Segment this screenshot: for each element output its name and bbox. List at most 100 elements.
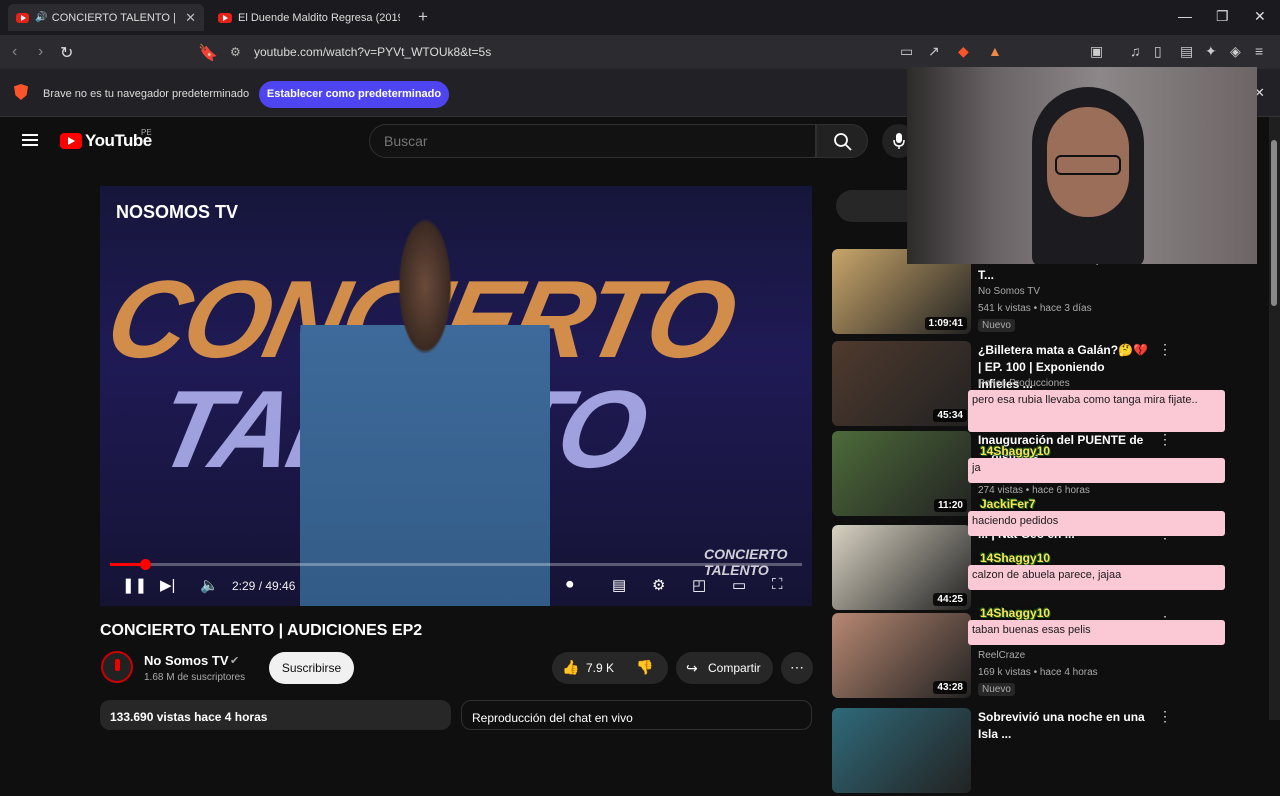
guide-menu-icon[interactable] (22, 134, 38, 146)
search-button[interactable] (816, 124, 868, 158)
minimize-button[interactable]: — (1178, 8, 1192, 24)
channel-avatar[interactable] (101, 651, 133, 683)
video-duration: 43:28 (933, 681, 967, 694)
like-icon[interactable]: 👍 (562, 659, 579, 676)
theater-mode-icon[interactable]: ▭ (732, 576, 746, 594)
tab-concierto-talento[interactable]: 🔊 CONCIERTO TALENTO | AUDIC ✕ (8, 4, 204, 31)
chat-message: ja (968, 458, 1225, 483)
tab-bar: 🔊 CONCIERTO TALENTO | AUDIC ✕ El Duende … (0, 0, 1280, 35)
close-window-button[interactable]: ✕ (1254, 8, 1266, 25)
pause-icon[interactable]: ❚❚ (122, 576, 147, 594)
screenshot-icon[interactable]: ▣ (1090, 43, 1103, 60)
chat-username: 14Shaggy10 (980, 444, 1051, 458)
site-info-icon[interactable]: ⚙ (230, 45, 241, 59)
video-title: CONCIERTO TALENTO | AUDICIONES EP2 (100, 622, 423, 639)
video-duration: 11:20 (933, 499, 967, 512)
tab-el-duende[interactable]: El Duende Maldito Regresa (2019) Tr (210, 4, 410, 31)
tab-title: El Duende Maldito Regresa (2019) Tr (238, 11, 400, 24)
video-thumbnail[interactable]: 44:25 (832, 525, 971, 610)
volume-icon[interactable]: 🔈 (200, 576, 219, 594)
vpn-icon[interactable]: ◈ (1230, 43, 1241, 60)
video-thumbnail[interactable] (832, 708, 971, 793)
country-code: PE (141, 128, 152, 137)
video-channel[interactable]: ReelCraze (978, 650, 1025, 661)
time-display: 2:29 / 49:46 (232, 579, 296, 593)
video-thumbnail[interactable]: 45:34 (832, 341, 971, 426)
new-badge: Nuevo (978, 319, 1015, 332)
set-default-button[interactable]: Establecer como predeterminado (259, 81, 449, 108)
address-bar: ‹ › ↻ 🔖 ⚙ youtube.com/watch?v=PYVt_WTOUk… (0, 35, 1280, 69)
video-meta: 541 k vistas • hace 3 días (978, 303, 1092, 314)
video-duration: 1:09:41 (924, 317, 967, 330)
show-watermark: CONCIERTO TALENTO (704, 546, 788, 578)
subtitles-icon[interactable]: ▤ (612, 576, 626, 594)
sidebar-icon[interactable]: ▯ (1154, 43, 1162, 60)
chat-username: 14Shaggy10 (980, 606, 1051, 620)
more-options-icon[interactable]: ⋮ (1158, 431, 1172, 448)
chat-message: taban buenas esas pelis (968, 620, 1225, 645)
video-thumbnail[interactable]: 11:20 (832, 431, 971, 516)
subscriber-count: 1.68 M de suscriptores (144, 672, 246, 683)
media-icon[interactable]: ♫ (1130, 43, 1141, 59)
dislike-icon[interactable]: 👎 (636, 659, 653, 676)
chat-message: haciendo pedidos (968, 511, 1225, 536)
close-tab-icon[interactable]: ✕ (185, 10, 196, 26)
video-meta: 274 vistas • hace 6 horas (978, 485, 1090, 496)
back-icon[interactable]: ‹ (12, 43, 17, 61)
new-badge: Nuevo (978, 683, 1015, 696)
share-button[interactable]: ↪ Compartir (676, 652, 773, 684)
streamer-glasses (1055, 155, 1121, 175)
miniplayer-icon[interactable]: ◰ (692, 576, 706, 594)
new-tab-button[interactable]: + (418, 7, 428, 27)
video-thumbnail[interactable]: 43:28 (832, 613, 971, 698)
autoplay-toggle[interactable]: ⏺ (566, 576, 574, 593)
microphone-icon (893, 133, 905, 149)
video-channel[interactable]: Ponce Producciones (978, 378, 1070, 389)
description-box[interactable]: 133.690 vistas hace 4 horas (100, 700, 451, 730)
chat-username: JackiFer7 (980, 497, 1036, 511)
scrubber-handle[interactable] (140, 559, 151, 570)
restore-button[interactable]: ❐ (1216, 8, 1229, 25)
more-actions-button[interactable]: ⋯ (781, 652, 813, 684)
bookmark-icon[interactable]: 🔖 (198, 43, 218, 63)
chat-message: pero esa rubia llevaba como tanga mira f… (968, 390, 1225, 432)
subscribe-button[interactable]: Suscribirse (269, 652, 354, 684)
brave-rewards-icon[interactable]: ▲ (988, 43, 1002, 59)
chat-username: 14Shaggy10 (980, 551, 1051, 565)
chat-replay-box[interactable]: Reproducción del chat en vivo (461, 700, 812, 730)
reload-icon[interactable]: ↻ (60, 43, 73, 63)
search-input[interactable] (369, 124, 816, 158)
webcam-overlay (907, 67, 1257, 264)
url-field[interactable]: youtube.com/watch?v=PYVt_WTOUk8&t=5s (254, 45, 491, 59)
settings-icon[interactable]: ⚙ (652, 576, 665, 594)
brave-shields-icon[interactable]: ◆ (958, 43, 969, 60)
wallet-icon[interactable]: ▤ (1180, 43, 1193, 60)
youtube-favicon-icon (218, 12, 232, 23)
video-channel[interactable]: No Somos TV (978, 286, 1040, 297)
menu-icon[interactable]: ≡ (1255, 43, 1263, 59)
more-options-icon[interactable]: ⋮ (1158, 341, 1172, 358)
youtube-logo-icon[interactable] (60, 133, 82, 149)
forward-icon[interactable]: › (38, 43, 43, 61)
progress-bar[interactable] (110, 563, 802, 566)
channel-name[interactable]: No Somos TV (144, 653, 229, 668)
scrollbar-thumb[interactable] (1271, 140, 1277, 306)
audio-playing-icon: 🔊 (35, 12, 48, 23)
channel-watermark: NOSOMOS TV (116, 202, 239, 222)
like-count[interactable]: 7.9 K (586, 661, 614, 675)
related-video-item[interactable]: Sobrevivió una noche en una Isla ... ⋮ (832, 708, 1272, 796)
more-options-icon[interactable]: ⋮ (1158, 708, 1172, 725)
cast-icon[interactable]: ▭ (900, 43, 913, 60)
video-player[interactable]: CONCIERTO TALENTO NOSOMOS TV CONCIERTO T… (100, 186, 812, 606)
video-duration: 45:34 (933, 409, 967, 422)
youtube-favicon-icon (16, 12, 30, 23)
video-duration: 44:25 (933, 593, 967, 606)
fullscreen-icon[interactable]: ⛶ (772, 576, 783, 593)
performer-figure (300, 216, 550, 606)
video-title[interactable]: Sobrevivió una noche en una Isla ... (978, 709, 1148, 743)
video-meta: 169 k vistas • hace 4 horas (978, 667, 1098, 678)
leo-icon[interactable]: ✦ (1205, 43, 1217, 60)
share-page-icon[interactable]: ↗ (928, 43, 940, 60)
chat-message: calzon de abuela parece, jajaa (968, 565, 1225, 590)
next-icon[interactable]: ▶| (160, 576, 175, 594)
